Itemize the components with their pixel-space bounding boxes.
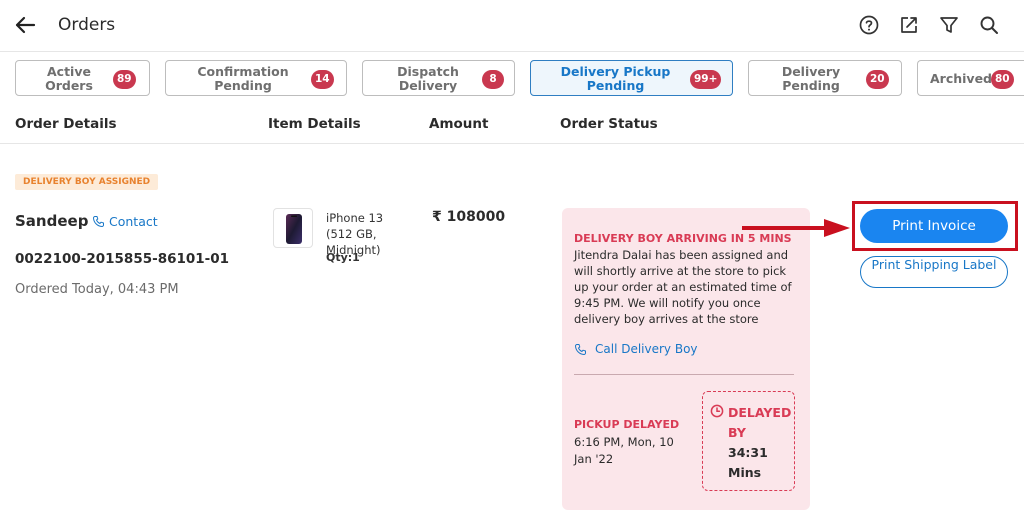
- pickup-delayed-title: PICKUP DELAYED: [574, 418, 680, 431]
- filter-icon[interactable]: [938, 14, 960, 36]
- call-delivery-boy-link[interactable]: Call Delivery Boy: [574, 342, 698, 356]
- tab-label: Confirmation Pending: [197, 64, 289, 93]
- delay-indicator: DELAYED BY 34:31 Mins: [702, 391, 795, 491]
- page-title: Orders: [58, 15, 116, 35]
- phone-icon: [93, 216, 104, 227]
- delay-label: DELAYED BY: [728, 405, 792, 440]
- order-timestamp: Ordered Today, 04:43 PM: [15, 282, 179, 297]
- tab-count-badge: 89: [113, 70, 136, 89]
- column-header: Order Details: [15, 116, 117, 132]
- customer-name: Sandeep: [15, 212, 89, 230]
- help-icon[interactable]: [858, 14, 880, 36]
- tab-label: Active Orders: [45, 64, 93, 93]
- print-shipping-label-button[interactable]: Print Shipping Label: [860, 256, 1008, 288]
- tab-count-badge: 20: [866, 70, 889, 89]
- tab-label: Dispatch Delivery: [397, 64, 459, 93]
- pickup-time: 6:16 PM, Mon, 10 Jan '22: [574, 435, 674, 466]
- annotation-arrow: [742, 219, 850, 237]
- print-invoice-button[interactable]: Print Invoice: [860, 209, 1008, 243]
- call-delivery-boy-label: Call Delivery Boy: [595, 342, 698, 356]
- app-header: Orders: [0, 0, 1024, 52]
- tab-count-badge: 99+: [690, 70, 722, 89]
- order-id: 0022100-2015855-86101-01: [15, 251, 230, 267]
- status-divider: [574, 374, 794, 375]
- order-status-card: DELIVERY BOY ARRIVING IN 5 MINS Jitendra…: [562, 208, 810, 510]
- tab-label: Delivery Pending: [781, 64, 841, 93]
- column-header: Amount: [429, 116, 489, 132]
- contact-label: Contact: [109, 214, 158, 229]
- search-icon[interactable]: [978, 14, 1000, 36]
- tab-dispatch-delivery[interactable]: Dispatch Delivery 8: [362, 60, 515, 96]
- tab-label: Delivery Pickup Pending: [560, 64, 671, 93]
- product-thumbnail: [273, 208, 313, 248]
- column-header: Order Status: [560, 116, 658, 132]
- tab-delivery-pickup-pending[interactable]: Delivery Pickup Pending 99+: [530, 60, 733, 96]
- contact-link[interactable]: Contact: [92, 214, 158, 229]
- tab-archived[interactable]: Archived 80: [917, 60, 1024, 96]
- tab-label: Archived: [930, 71, 993, 86]
- status-description: Jitendra Dalai has been assigned and wil…: [574, 248, 792, 326]
- delay-duration: 34:31 Mins: [728, 445, 768, 480]
- tab-confirmation-pending[interactable]: Confirmation Pending 14: [165, 60, 347, 96]
- status-tabs: Active Orders 89 Confirmation Pending 14…: [0, 60, 1024, 98]
- tab-count-badge: 80: [991, 70, 1014, 89]
- status-tag: DELIVERY BOY ASSIGNED: [15, 174, 159, 190]
- order-amount: ₹ 108000: [432, 209, 506, 225]
- phone-icon: [575, 343, 586, 355]
- tab-count-badge: 14: [311, 70, 334, 89]
- tab-active-orders[interactable]: Active Orders 89: [15, 60, 150, 96]
- column-header: Item Details: [268, 116, 361, 132]
- tab-delivery-pending[interactable]: Delivery Pending 20: [748, 60, 902, 96]
- clock-icon: [710, 404, 724, 418]
- table-header: Order Details Item Details Amount Order …: [0, 106, 1024, 144]
- tab-count-badge: 8: [482, 70, 504, 89]
- share-icon[interactable]: [898, 14, 920, 36]
- item-quantity: Qty:1: [326, 251, 360, 264]
- back-arrow-icon[interactable]: [12, 12, 38, 38]
- phone-image: [286, 214, 302, 244]
